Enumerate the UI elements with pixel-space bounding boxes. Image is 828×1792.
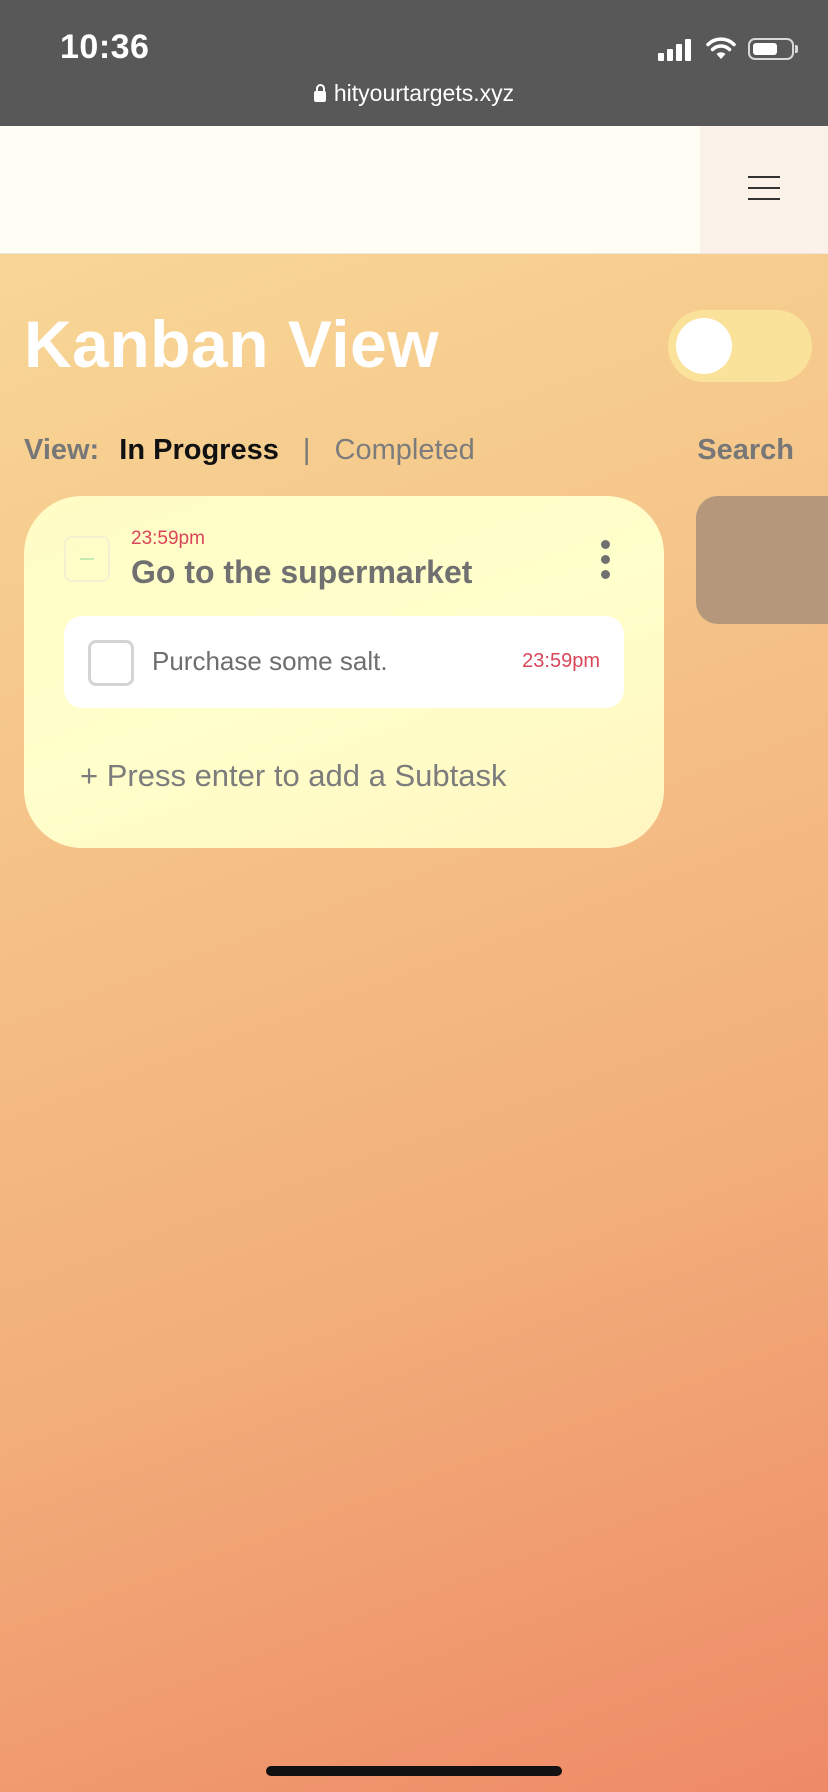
- kanban-main: Kanban View View: In Progress | Complete…: [0, 254, 828, 1792]
- browser-bar: 10:36 hityourtargets.xyz: [0, 0, 828, 126]
- menu-button[interactable]: [700, 126, 828, 253]
- view-label: View:: [24, 434, 100, 466]
- filter-completed[interactable]: Completed: [335, 434, 475, 466]
- filter-in-progress[interactable]: In Progress: [119, 434, 279, 466]
- task-title[interactable]: Go to the supermarket: [131, 554, 472, 591]
- add-subtask-input[interactable]: [80, 758, 600, 794]
- screen: 10:36 hityourtargets.xyz Kanban View Vie…: [0, 0, 828, 1792]
- hamburger-menu-icon: [748, 176, 780, 200]
- subtask-text[interactable]: Purchase some salt.: [152, 646, 388, 677]
- lock-icon: [313, 84, 326, 102]
- filter-separator: |: [302, 434, 311, 466]
- toggle-knob: [676, 318, 732, 374]
- status-icons: [658, 34, 798, 64]
- wifi-icon: [706, 37, 736, 59]
- view-toggle[interactable]: [668, 310, 812, 382]
- search-button[interactable]: Search: [697, 434, 794, 467]
- page-title: Kanban View: [24, 307, 440, 381]
- home-indicator: [266, 1766, 562, 1776]
- subtask-checkbox[interactable]: [88, 640, 134, 686]
- subtask-due-time: 23:59pm: [522, 650, 600, 672]
- task-card: 23:59pm Go to the supermarket Purchase s…: [24, 496, 664, 848]
- next-column-card[interactable]: [696, 496, 828, 624]
- url-text: hityourtargets.xyz: [333, 80, 515, 106]
- status-time: 10:36: [60, 28, 150, 66]
- battery-level: [753, 43, 777, 55]
- collapse-task-button[interactable]: [64, 536, 110, 582]
- battery-icon: [748, 38, 798, 60]
- task-due-time: 23:59pm: [131, 528, 205, 549]
- view-filter-bar: View: In Progress | Completed: [24, 434, 475, 467]
- address-bar[interactable]: hityourtargets.xyz: [0, 80, 828, 107]
- minus-icon: [80, 558, 94, 560]
- more-vertical-icon[interactable]: [596, 540, 616, 580]
- cellular-signal-icon: [658, 37, 694, 61]
- app-header: [0, 126, 828, 254]
- subtask-row: Purchase some salt. 23:59pm: [64, 616, 624, 708]
